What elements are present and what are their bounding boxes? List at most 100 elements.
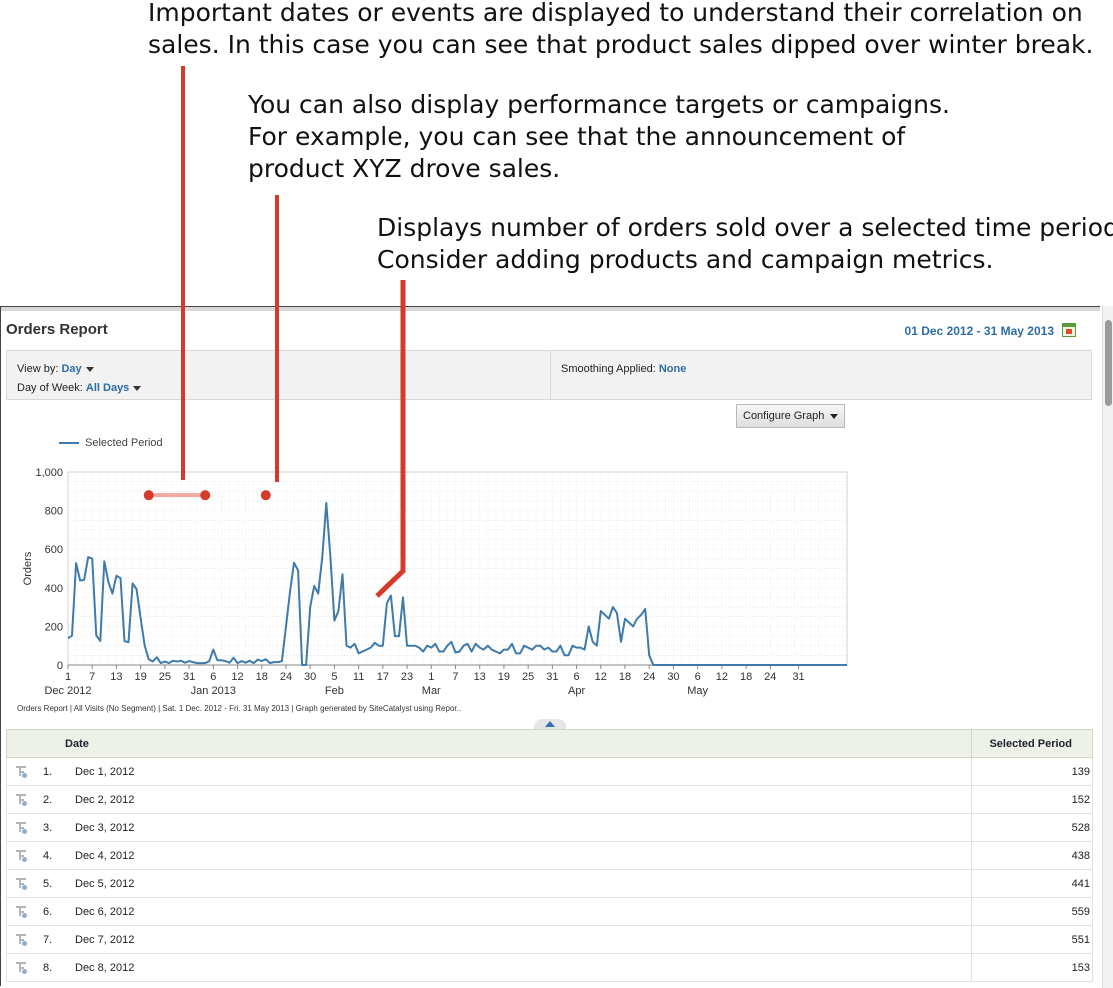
report-table: Date Selected Period 1. Dec 1, 2012 139 2. D… [6, 729, 1093, 982]
report-panel: Orders Report 01 Dec 2012 - 31 May 2013 … [0, 306, 1100, 986]
view-by-dropdown[interactable]: Day [61, 363, 94, 375]
y-tick-label: 400 [45, 583, 63, 595]
breakdown-icon[interactable] [16, 906, 28, 918]
smoothing-value-link[interactable]: None [659, 363, 687, 375]
x-tick-label: 19 [498, 671, 510, 683]
y-tick-label: 600 [45, 544, 63, 556]
annotation-line: For example, you can see that the announ… [248, 122, 906, 151]
day-of-week-value: All Days [85, 382, 130, 394]
column-header-selected-period[interactable]: Selected Period [989, 738, 1072, 750]
table-body: 1. Dec 1, 2012 139 2. Dec 2, 2012 152 3. Dec 3,… [6, 758, 1093, 982]
day-of-week-dropdown[interactable]: All Days [85, 382, 142, 394]
x-tick-label: 12 [716, 671, 728, 683]
row-date: Dec 3, 2012 [75, 822, 135, 834]
x-tick-label: 31 [183, 671, 195, 683]
annotation-orders: Displays number of orders sold over a se… [377, 212, 1113, 276]
breakdown-icon[interactable] [16, 850, 28, 862]
annotation-line: Important dates or events are displayed … [148, 0, 1083, 27]
table-row[interactable]: 8. Dec 8, 2012 153 [6, 954, 1093, 982]
x-tick-label: 13 [110, 671, 122, 683]
configure-graph-button[interactable]: Configure Graph [736, 404, 845, 428]
row-value: 153 [1071, 962, 1090, 974]
event-point-marker [260, 490, 271, 501]
y-tick-label: 200 [45, 621, 63, 633]
day-of-week-row: Day of Week: All Days [17, 379, 142, 398]
table-row[interactable]: 2. Dec 2, 2012 152 [6, 786, 1093, 814]
row-date: Dec 2, 2012 [75, 794, 135, 806]
date-range-link[interactable]: 01 Dec 2012 - 31 May 2013 [905, 324, 1054, 338]
x-tick-label: 25 [522, 671, 534, 683]
caret-down-icon [133, 385, 142, 391]
legend-swatch [59, 442, 79, 445]
x-tick-label: 23 [401, 671, 413, 683]
table-header: Date Selected Period [6, 729, 1093, 758]
report-options-bar: View by: Day Day of Week: All Days Smoot… [6, 350, 1092, 400]
row-date: Dec 7, 2012 [75, 934, 135, 946]
breakdown-icon[interactable] [16, 794, 28, 806]
legend-label: Selected Period [85, 437, 163, 449]
row-value: 559 [1071, 906, 1090, 918]
x-tick-label: 18 [256, 671, 268, 683]
table-row[interactable]: 5. Dec 5, 2012 441 [6, 870, 1093, 898]
graph-footer-note: Orders Report | All Visits (No Segment) … [17, 704, 462, 713]
smoothing-label: Smoothing Applied: [561, 363, 656, 375]
row-index: 7. [43, 934, 53, 946]
x-month-label: Feb [325, 685, 344, 697]
caret-down-icon [830, 413, 839, 419]
x-tick-label: 13 [474, 671, 486, 683]
breakdown-icon[interactable] [16, 934, 28, 946]
annotation-line: product XYZ drove sales. [248, 154, 561, 183]
x-month-label: Dec 2012 [44, 685, 91, 697]
row-index: 1. [43, 766, 53, 778]
x-tick-label: 1 [65, 671, 71, 683]
table-row[interactable]: 6. Dec 6, 2012 559 [6, 898, 1093, 926]
x-tick-label: 12 [231, 671, 243, 683]
breakdown-icon[interactable] [16, 962, 28, 974]
table-row[interactable]: 1. Dec 1, 2012 139 [6, 758, 1093, 786]
y-tick-label: 1,000 [35, 467, 63, 479]
breakdown-icon[interactable] [16, 878, 28, 890]
caret-down-icon [85, 366, 94, 372]
x-tick-label: 5 [331, 671, 337, 683]
x-month-label: Apr [568, 685, 585, 697]
x-month-label: May [687, 685, 708, 697]
collapse-graph-toggle[interactable] [534, 719, 566, 729]
row-date: Dec 1, 2012 [75, 766, 135, 778]
table-row[interactable]: 7. Dec 7, 2012 551 [6, 926, 1093, 954]
annotation-events: Important dates or events are displayed … [148, 0, 1093, 61]
row-index: 4. [43, 850, 53, 862]
breakdown-icon[interactable] [16, 822, 28, 834]
smoothing-option: Smoothing Applied: None [561, 360, 686, 379]
row-index: 8. [43, 962, 53, 974]
column-divider [971, 758, 972, 785]
row-value: 152 [1071, 794, 1090, 806]
x-tick-label: 19 [135, 671, 147, 683]
column-divider [971, 842, 972, 869]
row-date: Dec 4, 2012 [75, 850, 135, 862]
annotation-line: Displays number of orders sold over a se… [377, 213, 1113, 242]
calendar-icon[interactable] [1062, 323, 1076, 337]
table-row[interactable]: 4. Dec 4, 2012 438 [6, 842, 1093, 870]
configure-graph-label: Configure Graph [743, 410, 825, 422]
x-tick-label: 11 [353, 671, 364, 683]
tab-strip [1, 307, 1100, 311]
column-header-date[interactable]: Date [65, 738, 89, 750]
x-month-label: Mar [422, 685, 441, 697]
vertical-scrollbar[interactable] [1102, 306, 1113, 988]
event-range-end-marker [200, 490, 211, 501]
x-tick-label: 24 [280, 671, 292, 683]
y-axis-label: Orders [22, 551, 34, 585]
row-date: Dec 8, 2012 [75, 962, 135, 974]
annotation-line: sales. In this case you can see that pro… [148, 30, 1094, 59]
page-title: Orders Report [6, 321, 108, 338]
view-by-label: View by: [17, 363, 59, 375]
column-divider [971, 786, 972, 813]
event-range-start-marker [143, 490, 154, 501]
row-date: Dec 6, 2012 [75, 906, 135, 918]
x-month-label: Jan 2013 [191, 685, 236, 697]
annotation-targets: You can also display performance targets… [248, 89, 950, 185]
breakdown-icon[interactable] [16, 766, 28, 778]
table-row[interactable]: 3. Dec 3, 2012 528 [6, 814, 1093, 842]
annotation-line: Consider adding products and campaign me… [377, 245, 994, 274]
scrollbar-thumb[interactable] [1105, 320, 1112, 406]
